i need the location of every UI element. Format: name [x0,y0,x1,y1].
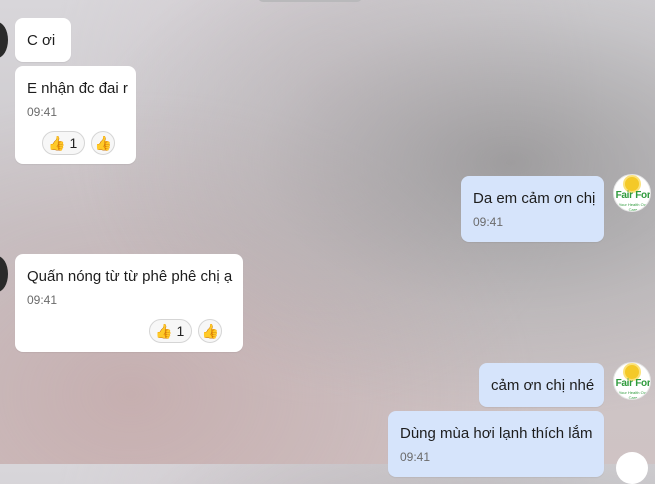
message-text: E nhận đc đai r [27,80,128,97]
message-time: 09:41 [400,450,431,464]
brand-tagline: Your Health Our Care [618,202,648,212]
message-text: C ơi [27,32,56,49]
message-time: 09:41 [27,105,58,119]
reaction-count-pill[interactable]: 👍 1 [42,131,86,155]
message-bubble[interactable]: cảm ơn chị nhé [479,363,604,407]
reaction-count: 1 [69,135,78,151]
brand-tagline: Your Health Our Care [618,390,648,400]
brand-name: Fair For [615,378,651,389]
message-time: 09:41 [473,215,504,229]
message-bubble[interactable]: E nhận đc đai r 09:41 👍 1 👍 [15,66,136,164]
message-text: Dùng mùa hơi lạnh thích lắm [400,425,593,442]
brand-avatar[interactable]: Fair For Your Health Our Care [613,362,651,400]
message-bubble[interactable]: Quấn nóng từ từ phê phê chị ạ 09:41 👍 1 … [15,254,243,352]
brand-name: Fair For [615,190,651,201]
message-text: Quấn nóng từ từ phê phê chị ạ [27,268,233,285]
scroll-down-button[interactable] [616,452,648,484]
brand-avatar[interactable]: Fair For Your Health Our Care [613,174,651,212]
thumbs-up-icon: 👍 [94,135,112,151]
sun-logo-icon [625,177,639,191]
add-reaction-button[interactable]: 👍 [91,131,116,155]
sun-logo-icon [625,365,639,379]
message-bubble[interactable]: Dùng mùa hơi lạnh thích lắm 09:41 [388,411,604,477]
reaction-count-pill[interactable]: 👍 1 [149,319,193,343]
add-reaction-button[interactable]: 👍 [198,319,223,343]
message-text: Da em cảm ơn chị [473,190,596,207]
message-time: 09:41 [27,293,58,307]
thumbs-up-icon: 👍 [201,323,219,339]
thumbs-up-icon: 👍 [48,135,66,151]
message-bubble[interactable]: C ơi [15,18,71,62]
message-text: cảm ơn chị nhé [491,377,595,394]
thumbs-up-icon: 👍 [155,323,173,339]
reaction-count: 1 [176,323,185,339]
message-bubble[interactable]: Da em cảm ơn chị 09:41 [461,176,604,242]
sender-avatar[interactable] [0,22,8,58]
top-handle [258,0,362,2]
sender-avatar[interactable] [0,256,8,292]
